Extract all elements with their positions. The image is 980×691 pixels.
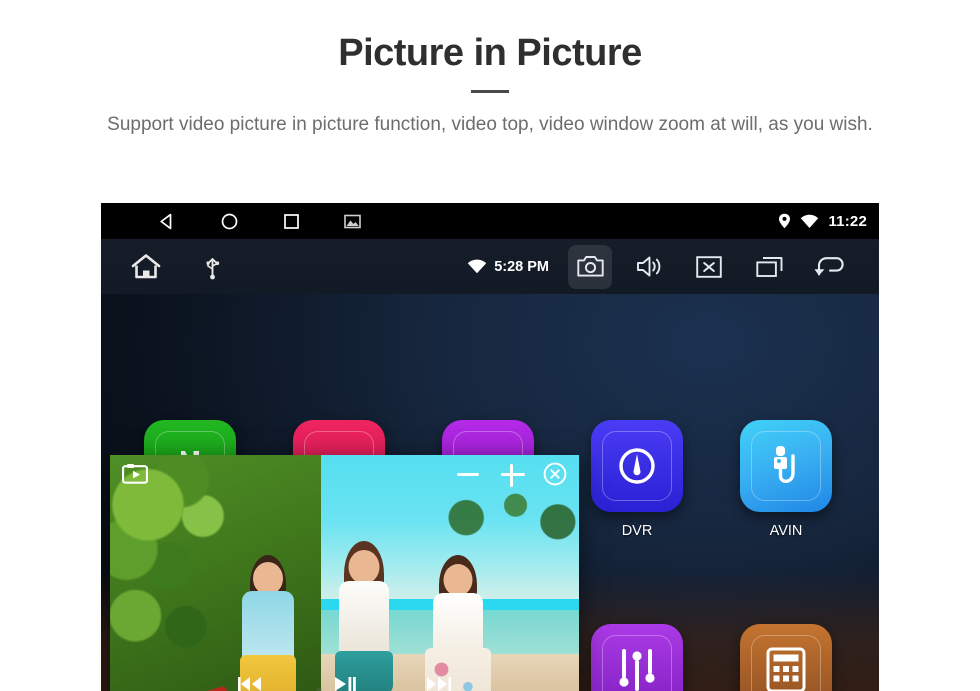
pip-top-controls xyxy=(110,455,579,495)
recents-square-icon[interactable] xyxy=(283,213,300,230)
app-label: AVIN xyxy=(769,523,803,539)
toolbar-right-controls: 5:28 PM xyxy=(467,239,859,294)
speaker-icon xyxy=(636,255,663,278)
video-figure xyxy=(410,552,506,691)
page-subtitle: Support video picture in picture functio… xyxy=(107,113,873,135)
wifi-icon xyxy=(800,214,819,229)
app-amplifier[interactable]: Amplifier xyxy=(582,624,692,691)
app-calculator[interactable]: Calculator xyxy=(731,624,841,691)
plug-cable-icon xyxy=(740,420,832,512)
close-window-button[interactable] xyxy=(686,245,732,289)
pip-zoom-in-button[interactable] xyxy=(499,461,525,487)
status-bar-right: 11:22 xyxy=(778,203,867,239)
status-bar-nav-icons xyxy=(157,212,361,231)
device-screen: 11:22 5:28 PM DVR AVIN xyxy=(101,203,879,691)
app-desktop: Netflix SiriusXM xyxy=(101,294,879,691)
wifi-icon xyxy=(467,259,487,274)
previous-track-button[interactable] xyxy=(236,674,266,691)
pip-zoom-controls xyxy=(455,461,567,487)
page-root: Picture in Picture Support video picture… xyxy=(0,0,980,691)
app-label: DVR xyxy=(621,523,653,539)
video-figure xyxy=(316,540,412,691)
windows-stack-icon xyxy=(755,256,783,278)
video-figure xyxy=(223,552,313,691)
play-pause-button[interactable] xyxy=(332,674,358,691)
toolbar-clock: 5:28 PM xyxy=(494,258,549,275)
pip-playback-controls xyxy=(110,674,579,691)
recent-apps-button[interactable] xyxy=(746,245,792,289)
pip-zoom-out-button[interactable] xyxy=(455,461,481,487)
camera-snapshot-icon[interactable] xyxy=(122,463,148,485)
toolbar-left-icons xyxy=(131,253,220,280)
next-track-button[interactable] xyxy=(424,674,454,691)
car-toolbar: 5:28 PM xyxy=(101,239,879,294)
back-triangle-icon[interactable] xyxy=(157,212,176,231)
x-box-icon xyxy=(696,255,722,278)
page-title: Picture in Picture xyxy=(338,32,642,74)
app-dvr[interactable]: DVR xyxy=(582,420,692,539)
pip-close-button[interactable] xyxy=(543,462,567,486)
title-divider xyxy=(471,89,509,93)
camera-icon xyxy=(576,255,604,278)
gauge-icon xyxy=(591,420,683,512)
home-icon[interactable] xyxy=(131,253,161,280)
equalizer-icon xyxy=(591,624,683,691)
screenshot-image-icon[interactable] xyxy=(344,214,361,229)
status-bar-clock: 11:22 xyxy=(828,212,867,230)
android-status-bar: 11:22 xyxy=(101,203,879,239)
app-avin[interactable]: AVIN xyxy=(731,420,841,539)
home-circle-icon[interactable] xyxy=(220,212,239,231)
camera-screenshot-button[interactable] xyxy=(568,244,612,289)
back-arrow-icon xyxy=(814,255,844,279)
calculator-icon xyxy=(740,624,832,691)
back-button[interactable] xyxy=(806,245,852,289)
usb-icon[interactable] xyxy=(205,254,220,280)
location-pin-icon xyxy=(778,213,791,229)
volume-button[interactable] xyxy=(626,245,672,289)
hero-section: Picture in Picture Support video picture… xyxy=(0,0,980,138)
pip-video-window[interactable]: seicane xyxy=(110,455,579,691)
